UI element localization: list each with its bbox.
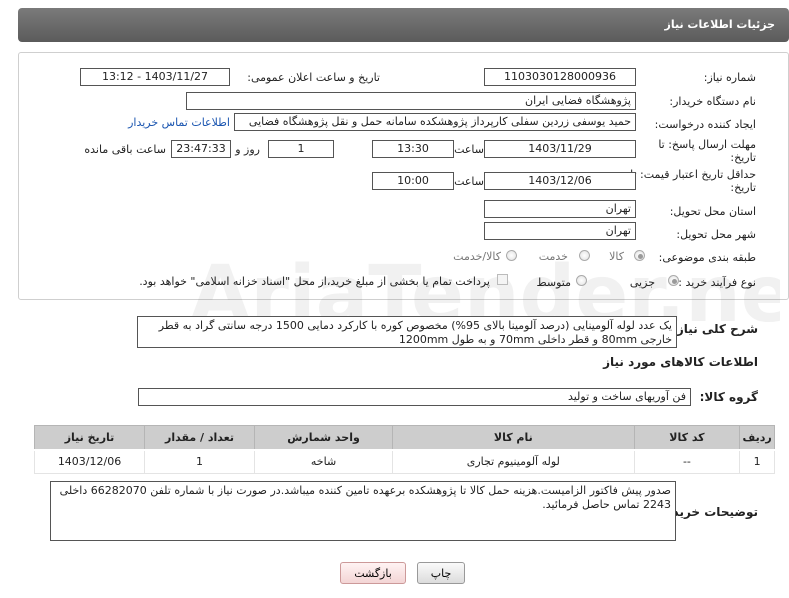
goods-info-title: اطلاعات کالاهای مورد نیاز: [603, 355, 758, 369]
days-label: روز و: [235, 143, 260, 156]
deadline-label-date: تاریخ:: [730, 151, 756, 164]
city-label: شهر محل تحویل:: [676, 228, 756, 241]
category-goods-label: کالا: [609, 250, 624, 263]
goods-table-header: ردیف کد کالا نام کالا واحد شمارش تعداد /…: [33, 425, 775, 451]
deadline-label: مهلت ارسال پاسخ: تا: [658, 138, 756, 151]
validity-time-label: ساعت: [454, 175, 484, 188]
col-qty: تعداد / مقدار: [144, 425, 256, 451]
goods-table: ردیف کد کالا نام کالا واحد شمارش تعداد /…: [33, 425, 775, 474]
announce-date-field: 1403/11/27 - 13:12: [80, 68, 230, 86]
col-row: ردیف: [739, 425, 775, 451]
process-minor-radio[interactable]: [668, 275, 679, 286]
back-button[interactable]: بازگشت: [340, 562, 406, 584]
description-label: شرح کلی نیاز:: [672, 322, 758, 336]
need-number-field: 1103030128000936: [484, 68, 636, 86]
deadline-time-label: ساعت: [454, 143, 484, 156]
cell-date: 1403/12/06: [33, 449, 146, 474]
description-field: یک عدد لوله آلومینایی (درصد آلومینا بالا…: [137, 316, 677, 348]
process-medium-radio[interactable]: [576, 275, 587, 286]
process-label: نوع فرآیند خرید :: [678, 276, 756, 289]
city-field: تهران: [484, 222, 636, 240]
need-number-label: شماره نیاز:: [703, 71, 756, 84]
time-remaining-field: 23:47:33: [171, 140, 231, 158]
cell-name: لوله آلومینیوم تجاری: [392, 449, 635, 474]
col-date: تاریخ نیاز: [33, 425, 146, 451]
cell-code: --: [633, 449, 741, 474]
cell-row: 1: [739, 449, 775, 474]
validity-time-field: 10:00: [372, 172, 454, 190]
process-medium-label: متوسط: [536, 276, 571, 289]
category-both-radio[interactable]: [506, 250, 517, 261]
category-goods-radio[interactable]: [634, 250, 645, 261]
requester-label: ایجاد کننده درخواست:: [654, 118, 756, 131]
category-service-radio[interactable]: [579, 250, 590, 261]
page-title: جزئیات اطلاعات نیاز: [664, 18, 776, 31]
col-code: کد کالا: [633, 425, 741, 451]
goods-group-label: گروه کالا:: [699, 390, 758, 404]
treasury-note: پرداخت تمام یا بخشی از مبلغ خرید،از محل …: [139, 275, 490, 288]
province-label: استان محل تحویل:: [669, 205, 756, 218]
buyer-notes-field: صدور پیش فاکتور الزامیست.هزینه حمل کالا …: [50, 481, 676, 541]
category-service-label: خدمت: [538, 250, 568, 263]
process-minor-label: جزیی: [629, 276, 655, 289]
category-both-label: کالا/خدمت: [453, 250, 501, 263]
validity-label-date: تاریخ:: [730, 181, 756, 194]
col-name: نام کالا: [392, 425, 635, 451]
buyer-org-field: پژوهشگاه فضایی ایران: [186, 92, 636, 110]
deadline-time-field: 13:30: [372, 140, 454, 158]
days-remaining-field: 1: [268, 140, 334, 158]
time-remaining-label: ساعت باقی مانده: [84, 143, 166, 156]
treasury-checkbox[interactable]: [497, 274, 508, 285]
validity-date-field: 1403/12/06: [484, 172, 636, 190]
cell-qty: 1: [144, 449, 256, 474]
table-row: 1 -- لوله آلومینیوم تجاری شاخه 1 1403/12…: [33, 449, 775, 474]
cell-unit: شاخه: [254, 449, 394, 474]
announce-date-label: تاریخ و ساعت اعلان عمومی:: [247, 71, 380, 84]
deadline-date-field: 1403/11/29: [484, 140, 636, 158]
print-button[interactable]: چاپ: [417, 562, 465, 584]
buyer-org-label: نام دستگاه خریدار:: [669, 95, 756, 108]
page-header: جزئیات اطلاعات نیاز: [18, 8, 789, 42]
category-label: طبقه بندی موضوعی:: [658, 251, 756, 264]
col-unit: واحد شمارش: [254, 425, 394, 451]
buyer-contact-link[interactable]: اطلاعات تماس خریدار: [128, 116, 230, 129]
goods-group-field: فن آوریهای ساخت و تولید: [138, 388, 691, 406]
province-field: تهران: [484, 200, 636, 218]
requester-field: حمید یوسفی زردین سفلی کارپرداز پژوهشکده …: [234, 113, 636, 131]
validity-label: حداقل تاریخ اعتبار قیمت: تا: [630, 168, 756, 181]
